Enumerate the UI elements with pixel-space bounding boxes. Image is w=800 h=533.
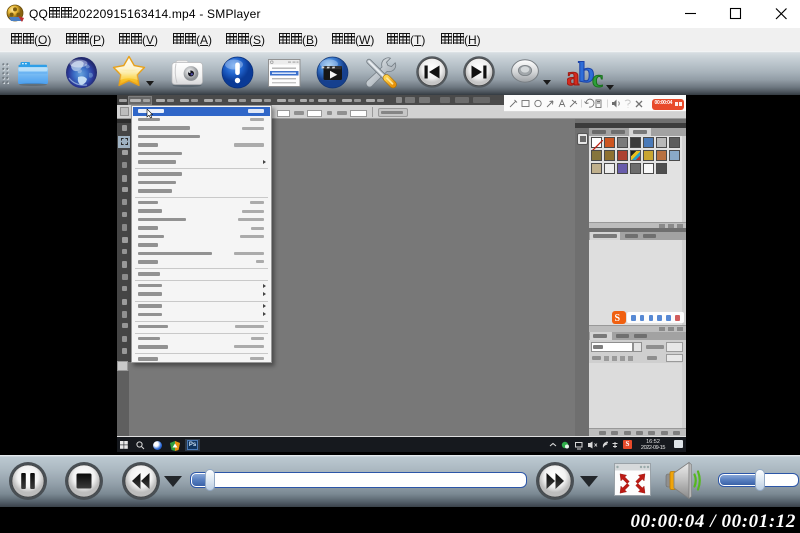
svg-text:c: c <box>592 66 603 91</box>
